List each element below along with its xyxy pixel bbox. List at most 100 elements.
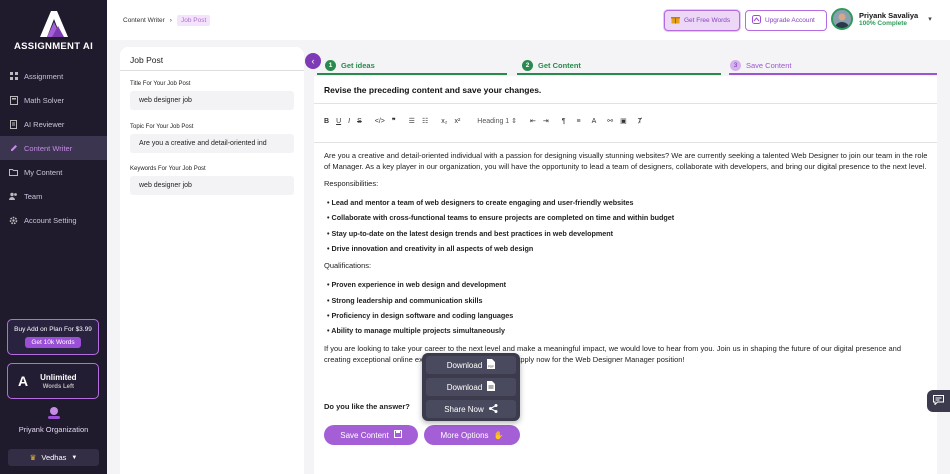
subscript-icon[interactable]: x₂ bbox=[441, 118, 447, 125]
download-doc-menu-item[interactable]: Download bbox=[426, 378, 516, 396]
feedback-question: Do you like the answer? bbox=[324, 402, 410, 411]
step-label: Get ideas bbox=[341, 60, 375, 70]
topic-field-label: Topic For Your Job Post bbox=[130, 124, 194, 130]
strikethrough-icon[interactable]: S bbox=[357, 118, 362, 125]
keywords-field[interactable]: web designer job bbox=[130, 176, 294, 195]
share-now-menu-item[interactable]: Share Now bbox=[426, 400, 516, 418]
sidebar-item-math-solver[interactable]: Math Solver bbox=[0, 88, 107, 112]
italic-icon[interactable]: U bbox=[336, 118, 341, 125]
chat-support-button[interactable] bbox=[927, 390, 950, 412]
step-progress: 1 Get ideas 2 Get Content 3 Save Content bbox=[317, 54, 937, 76]
get-free-words-button[interactable]: Get Free Words bbox=[664, 10, 740, 31]
chevron-down-icon: ▼ bbox=[71, 454, 78, 461]
bullet-list-icon[interactable]: ☷ bbox=[422, 117, 428, 125]
list-item: Lead and mentor a team of web designers … bbox=[327, 197, 929, 208]
image-icon[interactable]: ▣ bbox=[620, 117, 627, 125]
list-item: Drive innovation and creativity in all a… bbox=[327, 243, 929, 254]
upgrade-account-label: Upgrade Account bbox=[765, 17, 815, 24]
ordered-list-icon[interactable]: ☰ bbox=[409, 117, 415, 125]
addon-plan-card: Buy Add on Plan For $3.99 Get 10k Words bbox=[7, 319, 99, 355]
plan-title: Unlimited bbox=[40, 372, 77, 382]
bold-icon[interactable]: B bbox=[324, 118, 329, 125]
divider bbox=[314, 103, 937, 104]
heading-select[interactable]: Heading 1 ⇕ bbox=[477, 117, 517, 126]
get-free-words-label: Get Free Words bbox=[684, 17, 731, 24]
breadcrumb-item[interactable]: Content Writer bbox=[123, 17, 165, 24]
save-content-button[interactable]: Save Content bbox=[324, 425, 418, 445]
download-pdf-menu-item[interactable]: Download PDF bbox=[426, 356, 516, 374]
breadcrumb: Content Writer › Job Post bbox=[123, 15, 211, 26]
logo-icon bbox=[39, 11, 68, 37]
top-header: Content Writer › Job Post Get Free Words… bbox=[107, 0, 950, 40]
organization-icon bbox=[47, 407, 60, 419]
underline-icon[interactable]: I bbox=[348, 118, 350, 125]
menu-item-label: Download bbox=[446, 360, 483, 370]
avatar bbox=[831, 8, 853, 30]
step-label: Save Content bbox=[746, 60, 792, 70]
color-icon[interactable]: A bbox=[592, 118, 597, 125]
user-menu[interactable]: Priyank Savaliya 100% Complete ▾ bbox=[831, 8, 932, 30]
title-field[interactable]: web designer job bbox=[130, 91, 294, 110]
sidebar-item-label: My Content bbox=[24, 167, 63, 177]
brand-logo[interactable]: ASSIGNMENT AI bbox=[0, 10, 107, 52]
sidebar-item-team[interactable]: Team bbox=[0, 184, 107, 208]
sidebar-item-my-content[interactable]: My Content bbox=[0, 160, 107, 184]
save-content-label: Save Content bbox=[340, 430, 389, 440]
svg-text:PDF: PDF bbox=[488, 365, 494, 369]
workspace-name: Vedhas bbox=[41, 453, 67, 462]
code-icon[interactable]: </> bbox=[375, 118, 385, 125]
outdent-icon[interactable]: ⇤ bbox=[530, 117, 536, 125]
formatting-toolbar: B U I S </> ❞ ☰ ☷ x₂ x² Heading 1 ⇕ ⇤ ⇥ … bbox=[324, 117, 642, 126]
list-item: Ability to manage multiple projects simu… bbox=[327, 325, 929, 336]
get-words-button[interactable]: Get 10k Words bbox=[25, 337, 81, 348]
plan-status-card: A Unlimited Words Left bbox=[7, 363, 99, 399]
chevron-left-icon: ‹ bbox=[311, 56, 315, 66]
folder-icon bbox=[9, 168, 18, 177]
hand-pointer-icon: ✋ bbox=[493, 430, 504, 440]
heading-select-value: Heading 1 bbox=[477, 117, 510, 125]
job-post-panel: Job Post Title For Your Job Post web des… bbox=[120, 47, 304, 474]
align-icon[interactable]: ≡ bbox=[577, 118, 581, 125]
upgrade-account-button[interactable]: Upgrade Account bbox=[745, 10, 827, 31]
sidebar-item-ai-reviewer[interactable]: AI Reviewer bbox=[0, 112, 107, 136]
editor-content[interactable]: Are you a creative and detail-oriented i… bbox=[324, 150, 929, 369]
breadcrumb-current: Job Post bbox=[176, 15, 211, 26]
addon-title: Buy Add on Plan For $3.99 bbox=[14, 326, 92, 333]
chevron-right-icon: › bbox=[169, 17, 172, 24]
grid-icon bbox=[9, 72, 18, 81]
doc-file-icon bbox=[487, 381, 496, 393]
more-options-button[interactable]: More Options ✋ bbox=[424, 425, 520, 445]
sidebar-item-label: Content Writer bbox=[24, 143, 73, 153]
sidebar-item-label: AI Reviewer bbox=[24, 119, 65, 129]
sidebar-item-assignment[interactable]: Assignment bbox=[0, 64, 107, 88]
superscript-icon[interactable]: x² bbox=[454, 118, 460, 125]
sidebar-item-label: Team bbox=[24, 191, 43, 201]
clear-format-icon[interactable]: Ⱦ bbox=[638, 118, 642, 125]
chat-icon bbox=[933, 395, 944, 407]
quote-icon[interactable]: ❞ bbox=[392, 117, 396, 125]
workspace-select[interactable]: ♛ Vedhas ▼ bbox=[8, 449, 99, 466]
sidebar-item-label: Account Setting bbox=[24, 215, 77, 225]
save-icon bbox=[393, 430, 402, 440]
crown-icon: ♛ bbox=[29, 453, 37, 462]
upgrade-icon bbox=[752, 15, 761, 26]
step-bar bbox=[317, 73, 507, 75]
plan-subtitle: Words Left bbox=[42, 383, 74, 390]
user-name: Priyank Savaliya bbox=[859, 11, 919, 20]
content-editor: Revise the preceding content and save yo… bbox=[314, 76, 937, 474]
menu-item-label: Download bbox=[446, 382, 483, 392]
chevron-down-icon: ▾ bbox=[928, 16, 932, 23]
step-number: 3 bbox=[730, 59, 741, 71]
topic-field[interactable]: Are you a creative and detail-oriented i… bbox=[130, 134, 294, 153]
menu-item-label: Share Now bbox=[444, 404, 484, 414]
more-options-menu: Download PDF Download Share Now bbox=[422, 353, 520, 421]
collapse-panel-button[interactable]: ‹ bbox=[305, 53, 321, 69]
sidebar-item-account-setting[interactable]: Account Setting bbox=[0, 208, 107, 232]
indent-icon[interactable]: ⇥ bbox=[543, 117, 549, 125]
text-direction-icon[interactable]: ¶ bbox=[562, 118, 566, 125]
sidebar-item-content-writer[interactable]: Content Writer bbox=[0, 136, 107, 160]
step-number: 1 bbox=[325, 59, 336, 71]
gear-icon bbox=[9, 216, 18, 225]
brand-name: ASSIGNMENT AI bbox=[13, 41, 94, 52]
link-icon[interactable]: ⚯ bbox=[607, 117, 613, 125]
